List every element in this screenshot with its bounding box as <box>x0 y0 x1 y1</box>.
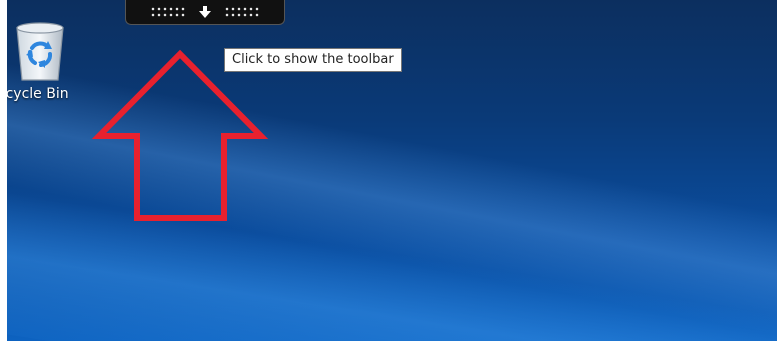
desktop-icon-recycle-bin[interactable]: ecycle Bin <box>7 14 89 109</box>
arrow-down-icon[interactable] <box>198 5 212 19</box>
arrow-up-outline-icon <box>91 49 269 221</box>
grip-dots-left-icon <box>150 6 186 18</box>
recycle-bin-icon <box>16 22 64 81</box>
annotation-arrow-shape <box>91 49 269 221</box>
desktop[interactable]: ecycle Bin Click to show the toolbar <box>7 0 777 341</box>
recycle-bin-label: ecycle Bin <box>7 86 69 102</box>
remote-toolbar-handle[interactable] <box>125 0 285 25</box>
toolbar-tooltip: Click to show the toolbar <box>224 48 402 72</box>
grip-dots-right-icon <box>224 6 260 18</box>
